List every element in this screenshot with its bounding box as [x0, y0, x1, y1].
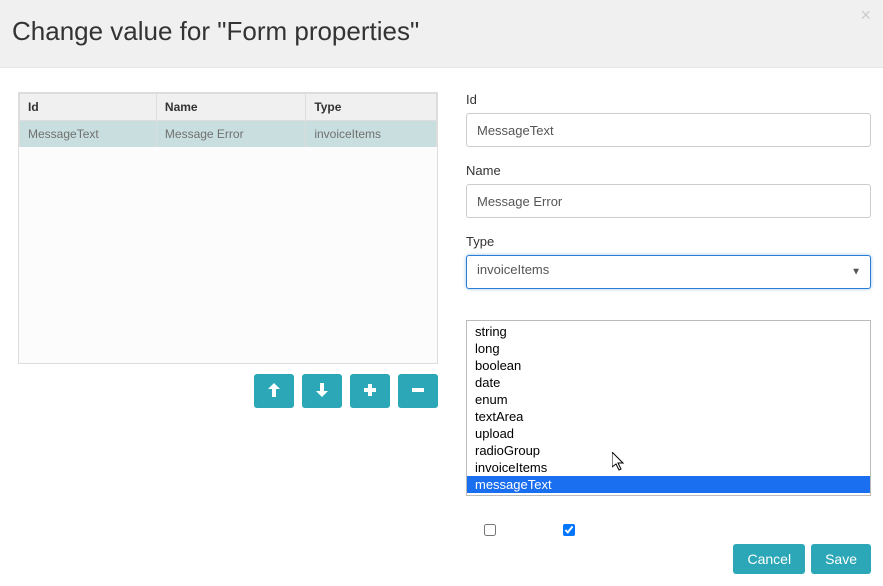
arrow-down-icon [316, 383, 328, 400]
col-header-name: Name [156, 94, 305, 121]
type-option-radioGroup[interactable]: radioGroup [467, 442, 870, 459]
type-label: Type [466, 234, 871, 249]
col-header-type: Type [306, 94, 437, 121]
properties-table: Id Name Type MessageText Message Error i… [19, 93, 437, 147]
type-select[interactable]: invoiceItems [466, 255, 871, 289]
type-option-textArea[interactable]: textArea [467, 408, 870, 425]
table-row[interactable]: MessageText Message Error invoiceItems [20, 121, 437, 148]
type-option-string[interactable]: string [467, 323, 870, 340]
modal-body: Id Name Type MessageText Message Error i… [0, 68, 883, 551]
cell-type: invoiceItems [306, 121, 437, 148]
checkbox-row [466, 521, 871, 539]
cell-name: Message Error [156, 121, 305, 148]
id-input[interactable] [466, 113, 871, 147]
add-button[interactable] [350, 374, 390, 408]
modal-title: Change value for "Form properties" [12, 16, 863, 47]
type-option-date[interactable]: date [467, 374, 870, 391]
type-option-messageText[interactable]: messageText [467, 476, 870, 493]
modal-footer: Cancel Save [733, 544, 871, 574]
cell-id: MessageText [20, 121, 157, 148]
type-option-upload[interactable]: upload [467, 425, 870, 442]
type-option-invoiceItems[interactable]: invoiceItems [467, 459, 870, 476]
cancel-button[interactable]: Cancel [733, 544, 805, 574]
name-input[interactable] [466, 184, 871, 218]
right-column: Id Name Type invoiceItems ▼ stringlongbo… [466, 92, 871, 539]
minus-icon [412, 384, 424, 399]
type-option-long[interactable]: long [467, 340, 870, 357]
left-column: Id Name Type MessageText Message Error i… [18, 92, 438, 539]
type-option-enum[interactable]: enum [467, 391, 870, 408]
col-header-id: Id [20, 94, 157, 121]
save-button[interactable]: Save [811, 544, 871, 574]
arrow-up-icon [268, 383, 280, 400]
checkbox-1[interactable] [484, 524, 496, 536]
properties-table-container: Id Name Type MessageText Message Error i… [18, 92, 438, 364]
table-toolbar [18, 374, 438, 408]
id-label: Id [466, 92, 871, 107]
name-label: Name [466, 163, 871, 178]
move-down-button[interactable] [302, 374, 342, 408]
plus-icon [364, 384, 376, 399]
type-option-boolean[interactable]: boolean [467, 357, 870, 374]
close-icon[interactable]: × [860, 6, 871, 24]
checkbox-2[interactable] [563, 524, 575, 536]
remove-button[interactable] [398, 374, 438, 408]
modal-header: × Change value for "Form properties" [0, 0, 883, 68]
type-dropdown[interactable]: stringlongbooleandateenumtextAreauploadr… [466, 320, 871, 496]
move-up-button[interactable] [254, 374, 294, 408]
